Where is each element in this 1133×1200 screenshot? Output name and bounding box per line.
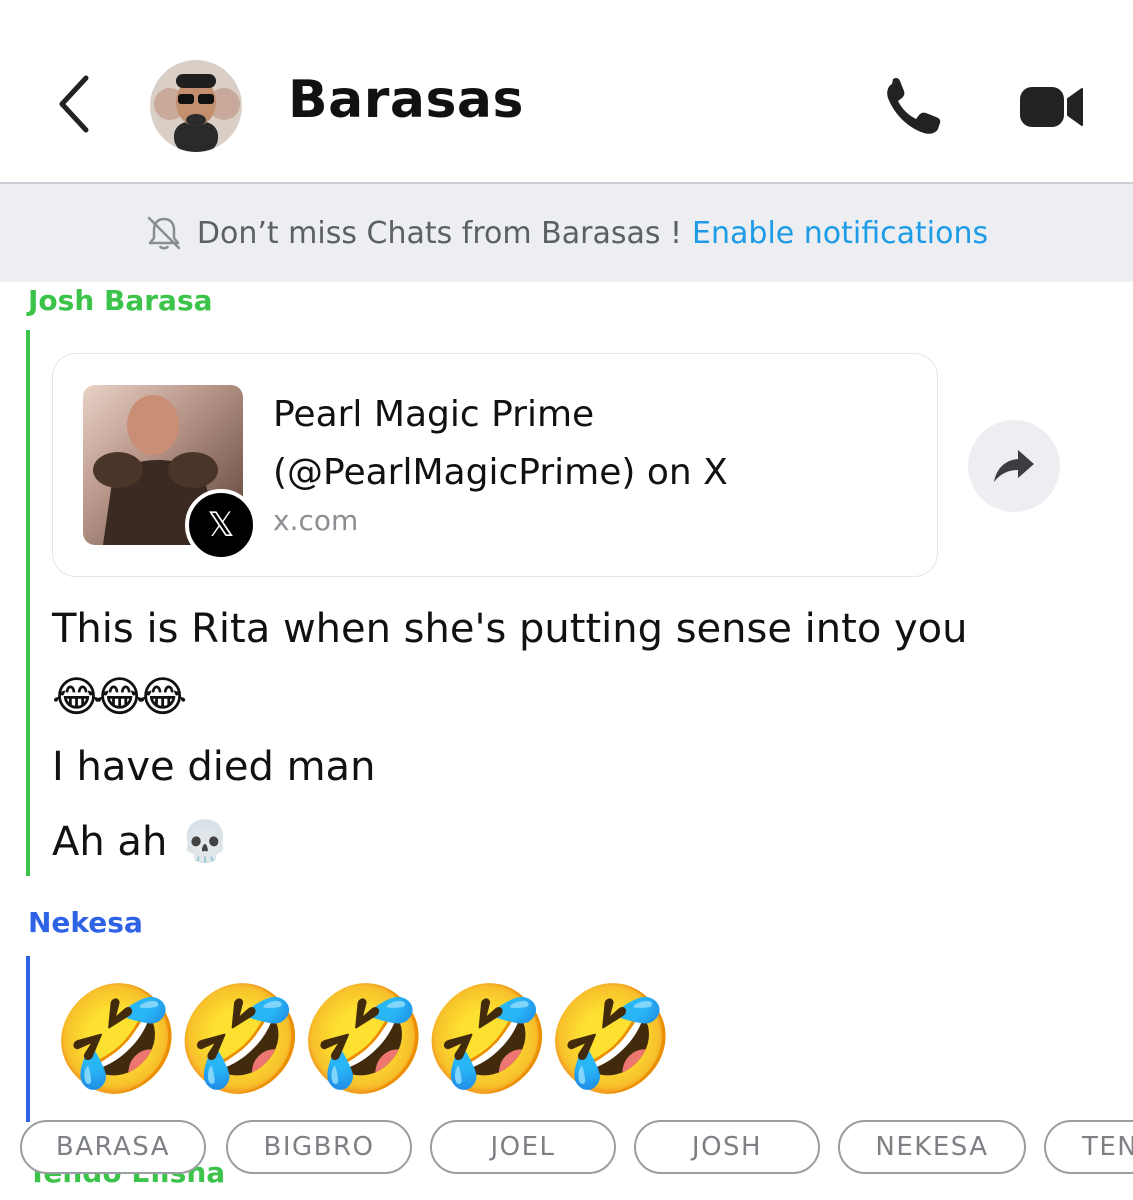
mention-chip[interactable]: BARASA [20,1120,206,1174]
phone-icon[interactable] [884,78,944,136]
mention-chip[interactable]: JOEL [430,1120,616,1174]
link-preview-card[interactable]: 𝕏 Pearl Magic Prime (@PearlMagicPrime) o… [52,353,938,577]
notification-banner: Don’t miss Chats from Barasas ! Enable n… [0,184,1133,282]
bell-off-icon [147,216,181,250]
share-arrow-icon [994,450,1034,482]
mention-chip[interactable]: JOSH [634,1120,820,1174]
share-button[interactable] [968,420,1060,512]
mention-chip[interactable]: NEKESA [838,1120,1026,1174]
message-text: Ah ah 💀 [52,819,230,865]
mention-chip[interactable]: BIGBRO [226,1120,412,1174]
chat-header: Barasas [0,0,1133,182]
x-logo-icon: 𝕏 [185,489,257,561]
mention-chip[interactable]: TEN [1044,1120,1133,1174]
bitmoji-avatar-icon [154,74,240,152]
message-text: I have died man [52,744,376,790]
message-group-bar [26,330,30,876]
sender-name-nekesa: Nekesa [28,906,143,939]
message-group-bar [26,956,30,1122]
chat-title[interactable]: Barasas [288,70,524,130]
link-domain: x.com [273,504,359,537]
mention-chips: BARASA BIGBRO JOEL JOSH NEKESA TEN [0,1120,1133,1180]
message-text: 😂😂😂 [52,672,187,721]
video-camera-icon[interactable] [1018,83,1086,131]
emoji-message: 🤣🤣🤣🤣🤣 [52,978,675,1100]
enable-notifications-link[interactable]: Enable notifications [692,216,988,251]
avatar[interactable] [150,60,242,152]
chevron-left-icon[interactable] [52,72,100,136]
link-title: Pearl Magic Prime (@PearlMagicPrime) on … [273,394,728,493]
notification-text: Don’t miss Chats from Barasas ! [196,215,683,251]
sender-name-josh: Josh Barasa [28,284,213,317]
message-text: This is Rita when she's putting sense in… [52,606,968,652]
